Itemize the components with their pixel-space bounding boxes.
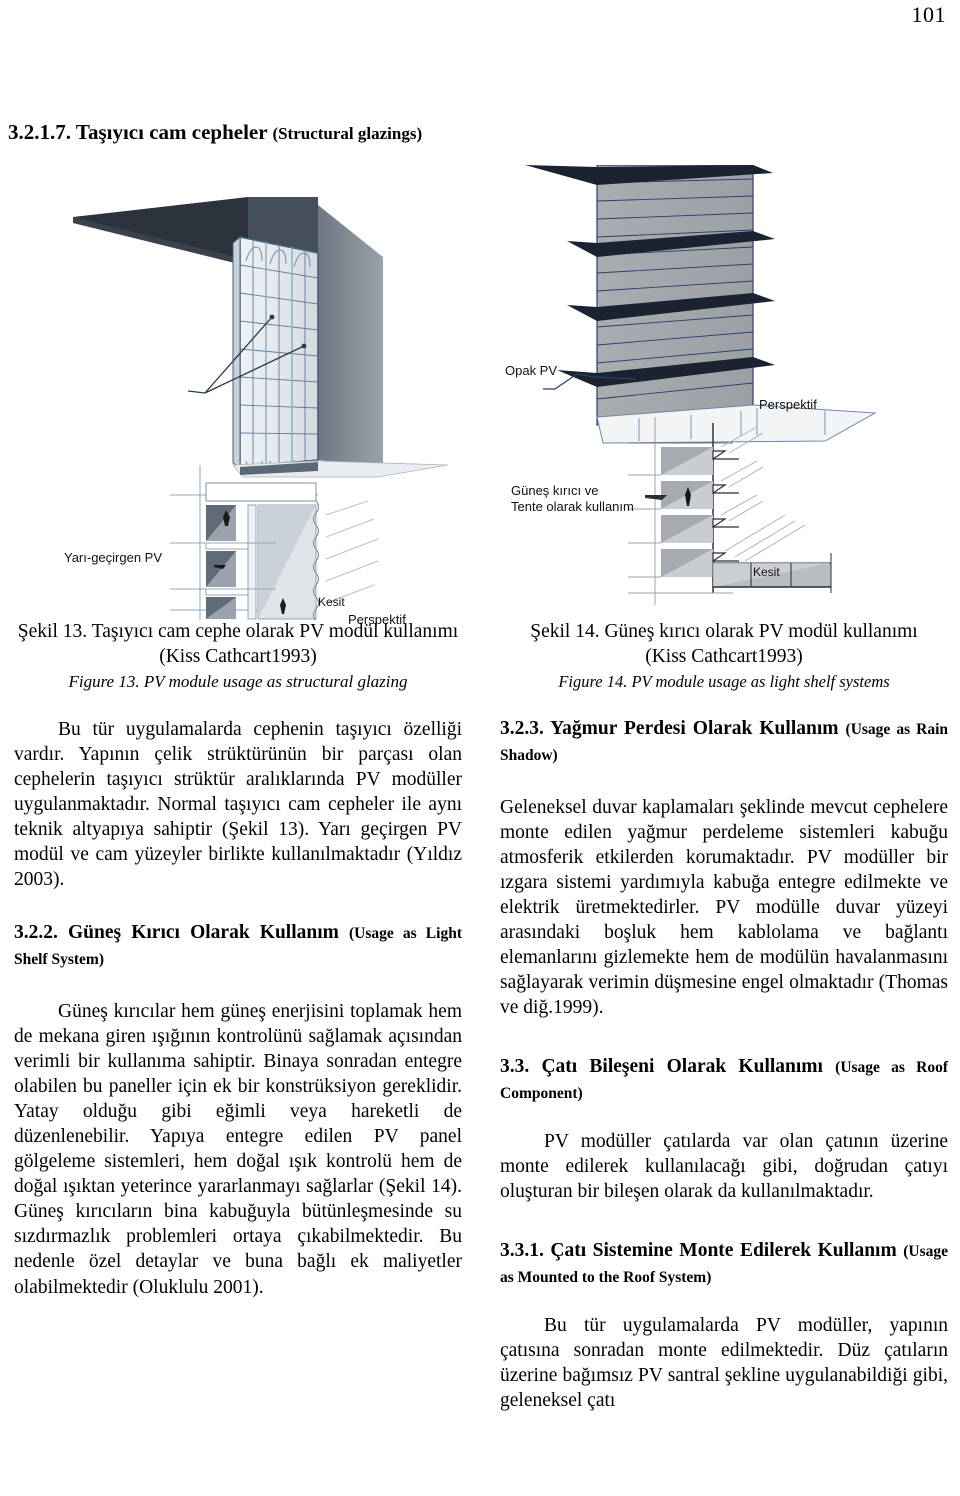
figure-14-image: Opak PV Güneş kırıcı ve Tente olarak kul…: [495, 164, 950, 620]
figure-band: Yarı-geçirgen PV Perspektif Opak PV Güne…: [0, 164, 960, 627]
figure-14-label-opaque-pv: Opak PV: [505, 363, 558, 378]
figure-14-cross-section: [628, 417, 832, 605]
figure-13-caption-en: Figure 13. PV module usage as structural…: [68, 671, 408, 691]
figure-14-svg: [525, 164, 877, 605]
section-heading-title: 3.2.1.7. Taşıyıcı cam cepheler: [8, 120, 268, 144]
section-heading-3-2-1-7: 3.2.1.7. Taşıyıcı cam cepheler (Structur…: [8, 120, 422, 145]
left-text-column: Şekil 13. Taşıyıcı cam cephe olarak PV m…: [14, 620, 462, 1300]
page-number: 101: [911, 2, 946, 27]
figure-13-label-section: Kesit: [318, 595, 345, 609]
right-text-column: Şekil 14. Güneş kırıcı olarak PV modül k…: [500, 620, 948, 1413]
heading-3-3: 3.3. Çatı Bileşeni Olarak Kullanımı (Usa…: [500, 1054, 948, 1105]
glass-facade-left-frame: [232, 235, 241, 468]
heading-3-3-1-tr: 3.3.1. Çatı Sistemine Monte Edilerek Kul…: [500, 1240, 897, 1262]
heading-3-3-tr: 3.3. Çatı Bileşeni Olarak Kullanımı: [500, 1056, 823, 1078]
heading-3-2-2: 3.2.2. Güneş Kırıcı Olarak Kullanım (Usa…: [14, 920, 462, 971]
heading-3-2-3-tr: 3.2.3. Yağmur Perdesi Olarak Kullanım: [500, 718, 839, 740]
section-heading-english: (Structural glazings): [272, 124, 423, 143]
figure-14-caption-tr-line1: Şekil 14. Güneş kırıcı olarak PV modül k…: [530, 621, 918, 642]
figure-13-cross-section: [170, 465, 379, 622]
heading-3-2-3: 3.2.3. Yağmur Perdesi Olarak Kullanım (U…: [500, 716, 948, 767]
heading-3-3-1: 3.3.1. Çatı Sistemine Monte Edilerek Kul…: [500, 1238, 948, 1289]
facade-block: [596, 164, 754, 426]
left-paragraph-2: Güneş kırıcılar hem güneş enerjisini top…: [14, 1001, 462, 1298]
heading-3-2-2-tr: 3.2.2. Güneş Kırıcı Olarak Kullanım: [14, 922, 339, 944]
figure-14-caption-en: Figure 14. PV module usage as light shel…: [558, 671, 890, 691]
figure-14-caption-tr-line2: (Kiss Cathcart1993): [645, 645, 803, 667]
figure-13-label-semi-transparent-pv: Yarı-geçirgen PV: [64, 550, 163, 565]
figure-14-caption-tr: Şekil 14. Güneş kırıcı olarak PV modül k…: [500, 620, 948, 670]
right-paragraph-2: PV modüller çatılarda var olan çatının ü…: [500, 1131, 948, 1203]
figure-14-label-usage: Güneş kırıcı ve Tente olarak kullanım: [511, 483, 634, 515]
right-paragraph-3: Bu tür uygulamalarda PV modüller, yapını…: [500, 1314, 948, 1412]
figure-14-label-section: Kesit: [753, 565, 780, 579]
side-wall: [318, 205, 383, 467]
figure-13-caption-tr: Şekil 13. Taşıyıcı cam cephe olarak PV m…: [17, 621, 459, 667]
figure-13-image: Yarı-geçirgen PV Perspektif: [18, 165, 468, 627]
right-paragraph-1: Geleneksel duvar kaplamaları şeklinde me…: [500, 797, 948, 1019]
figure-14-label-perspective: Perspektif: [759, 397, 817, 412]
left-paragraph-1: Bu tür uygulamalarda cephenin taşıyıcı ö…: [14, 719, 462, 891]
